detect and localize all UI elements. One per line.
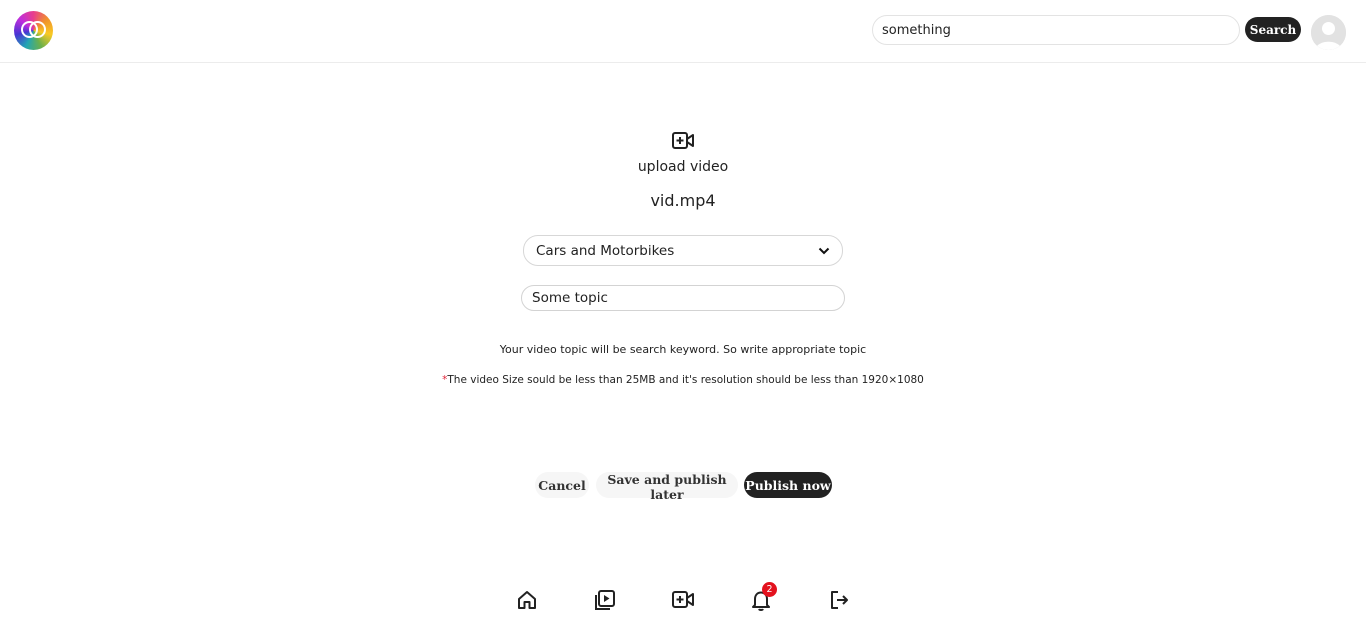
logout-icon[interactable]	[828, 589, 850, 611]
category-select[interactable]: Cars and Motorbikes	[523, 235, 843, 266]
rings-logo-icon	[20, 20, 47, 41]
save-publish-later-button[interactable]: Save and publish later	[596, 472, 738, 502]
size-requirement-note: *The video Size sould be less than 25MB …	[0, 374, 1366, 386]
upload-video-nav-icon[interactable]	[672, 589, 694, 611]
cancel-button[interactable]: Cancel	[535, 472, 589, 498]
chevron-down-icon	[818, 247, 830, 254]
search-input[interactable]	[872, 15, 1240, 45]
size-requirement-text: The video Size sould be less than 25MB a…	[447, 374, 924, 386]
top-header: Search	[0, 0, 1366, 63]
upload-video-label[interactable]: upload video	[0, 159, 1366, 175]
topic-input[interactable]	[521, 285, 845, 311]
search-button[interactable]: Search	[1245, 17, 1301, 42]
video-library-icon[interactable]	[594, 589, 616, 611]
app-logo[interactable]	[14, 11, 53, 50]
category-selected-value: Cars and Motorbikes	[536, 242, 675, 259]
notification-count-badge: 2	[762, 582, 777, 597]
publish-now-button[interactable]: Publish now	[744, 472, 832, 498]
user-avatar-icon	[1311, 15, 1346, 50]
user-avatar[interactable]	[1311, 15, 1346, 50]
selected-file-name: vid.mp4	[650, 191, 716, 210]
topic-hint-text: Your video topic will be search keyword.…	[499, 343, 867, 356]
video-plus-icon[interactable]	[672, 131, 694, 151]
home-icon[interactable]	[516, 589, 538, 611]
